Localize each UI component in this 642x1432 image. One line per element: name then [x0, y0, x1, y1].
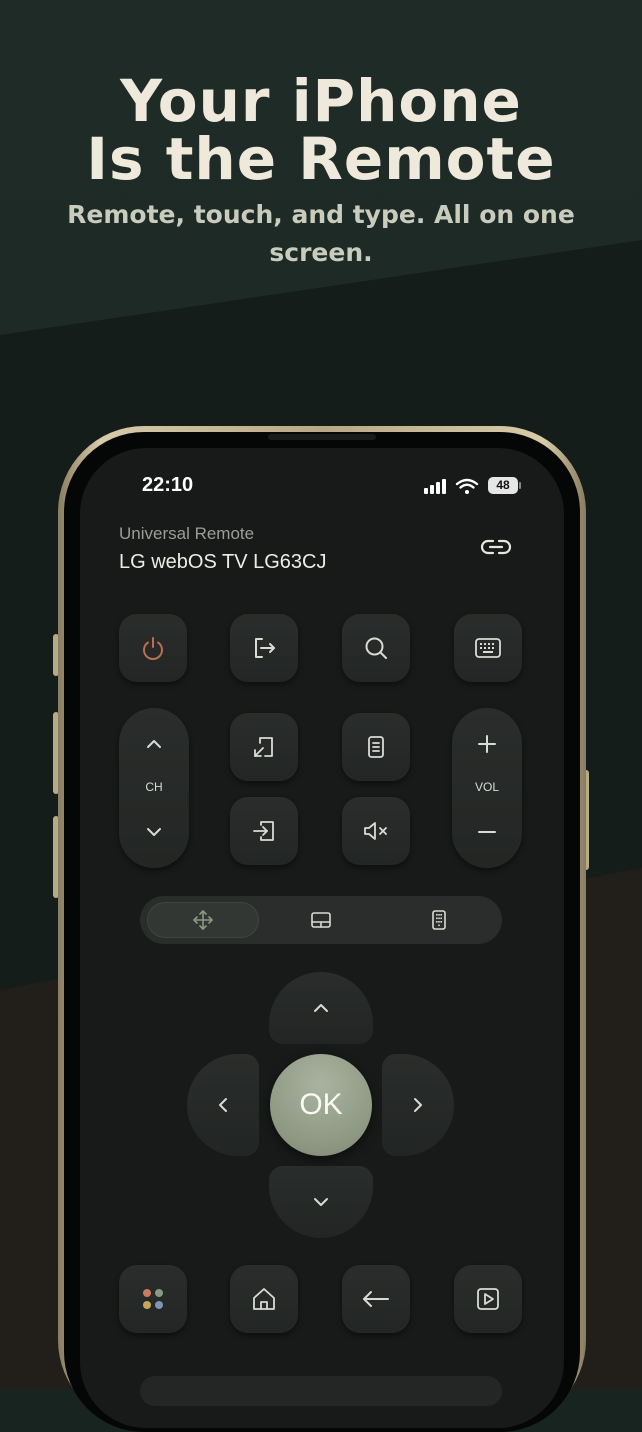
chevron-down-icon	[314, 1198, 328, 1206]
status-time: 22:10	[142, 474, 194, 496]
headline: Your iPhone Is the Remote	[0, 72, 642, 188]
cellular-signal-icon	[424, 479, 446, 494]
apps-button[interactable]	[119, 1265, 187, 1333]
mode-dpad-tab[interactable]	[147, 902, 259, 938]
subheadline-line-1: Remote, touch, and type. All on one	[67, 200, 575, 229]
mute-button[interactable]	[342, 797, 410, 865]
wifi-icon	[455, 478, 479, 494]
volume-up-button[interactable]	[469, 726, 505, 762]
chevron-down-icon	[147, 828, 161, 836]
chevron-up-icon	[314, 1004, 328, 1012]
exit-icon	[255, 638, 275, 658]
headline-line-2: Is the Remote	[86, 125, 556, 193]
source-button[interactable]	[230, 713, 298, 781]
minus-icon	[478, 831, 496, 833]
numpad-icon	[432, 910, 446, 930]
touchpad-icon	[311, 912, 331, 928]
channel-label: CH	[145, 780, 163, 794]
bottom-control-bar	[140, 1376, 502, 1406]
play-button[interactable]	[454, 1265, 522, 1333]
channel-up-button[interactable]	[136, 726, 172, 762]
home-button[interactable]	[230, 1265, 298, 1333]
volume-label: VOL	[474, 780, 499, 794]
keyboard-button[interactable]	[454, 614, 522, 682]
search-icon	[365, 637, 387, 659]
volume-down-button[interactable]	[469, 814, 505, 850]
channel-down-button[interactable]	[136, 814, 172, 850]
source-icon	[254, 737, 273, 757]
exit-button[interactable]	[230, 614, 298, 682]
info-button[interactable]	[342, 713, 410, 781]
info-icon	[368, 736, 384, 758]
headline-line-1: Your iPhone	[120, 67, 522, 135]
chevron-left-icon	[219, 1098, 227, 1112]
back-icon	[363, 1291, 389, 1307]
mode-numpad-tab[interactable]	[383, 902, 495, 938]
app-subtitle: Universal Remote	[119, 524, 255, 543]
control-mode-selector	[140, 896, 502, 944]
mode-touchpad-tab[interactable]	[265, 902, 377, 938]
input-icon	[253, 821, 274, 841]
link-icon[interactable]	[478, 532, 514, 562]
power-icon	[143, 637, 163, 660]
chevron-right-icon	[414, 1098, 422, 1112]
plus-icon	[478, 735, 496, 753]
move-icon	[193, 910, 213, 930]
apps-icon	[143, 1289, 163, 1309]
battery-indicator: 48	[488, 477, 518, 494]
power-button[interactable]	[119, 614, 187, 682]
chevron-up-icon	[147, 740, 161, 748]
keyboard-icon	[475, 638, 501, 658]
mute-icon	[364, 822, 387, 840]
subheadline: Remote, touch, and type. All on one scre…	[40, 196, 602, 272]
battery-tip	[519, 482, 521, 489]
channel-control: CH	[119, 708, 189, 868]
ok-button[interactable]: OK	[270, 1054, 372, 1156]
device-name[interactable]: LG webOS TV LG63CJ	[119, 551, 327, 574]
home-icon	[253, 1288, 275, 1310]
speaker-grille	[268, 434, 376, 440]
input-button[interactable]	[230, 797, 298, 865]
search-button[interactable]	[342, 614, 410, 682]
subheadline-line-2: screen.	[269, 238, 373, 267]
back-button[interactable]	[342, 1265, 410, 1333]
signal-wifi-icons	[424, 478, 479, 494]
volume-control: VOL	[452, 708, 522, 868]
play-icon	[477, 1288, 499, 1310]
